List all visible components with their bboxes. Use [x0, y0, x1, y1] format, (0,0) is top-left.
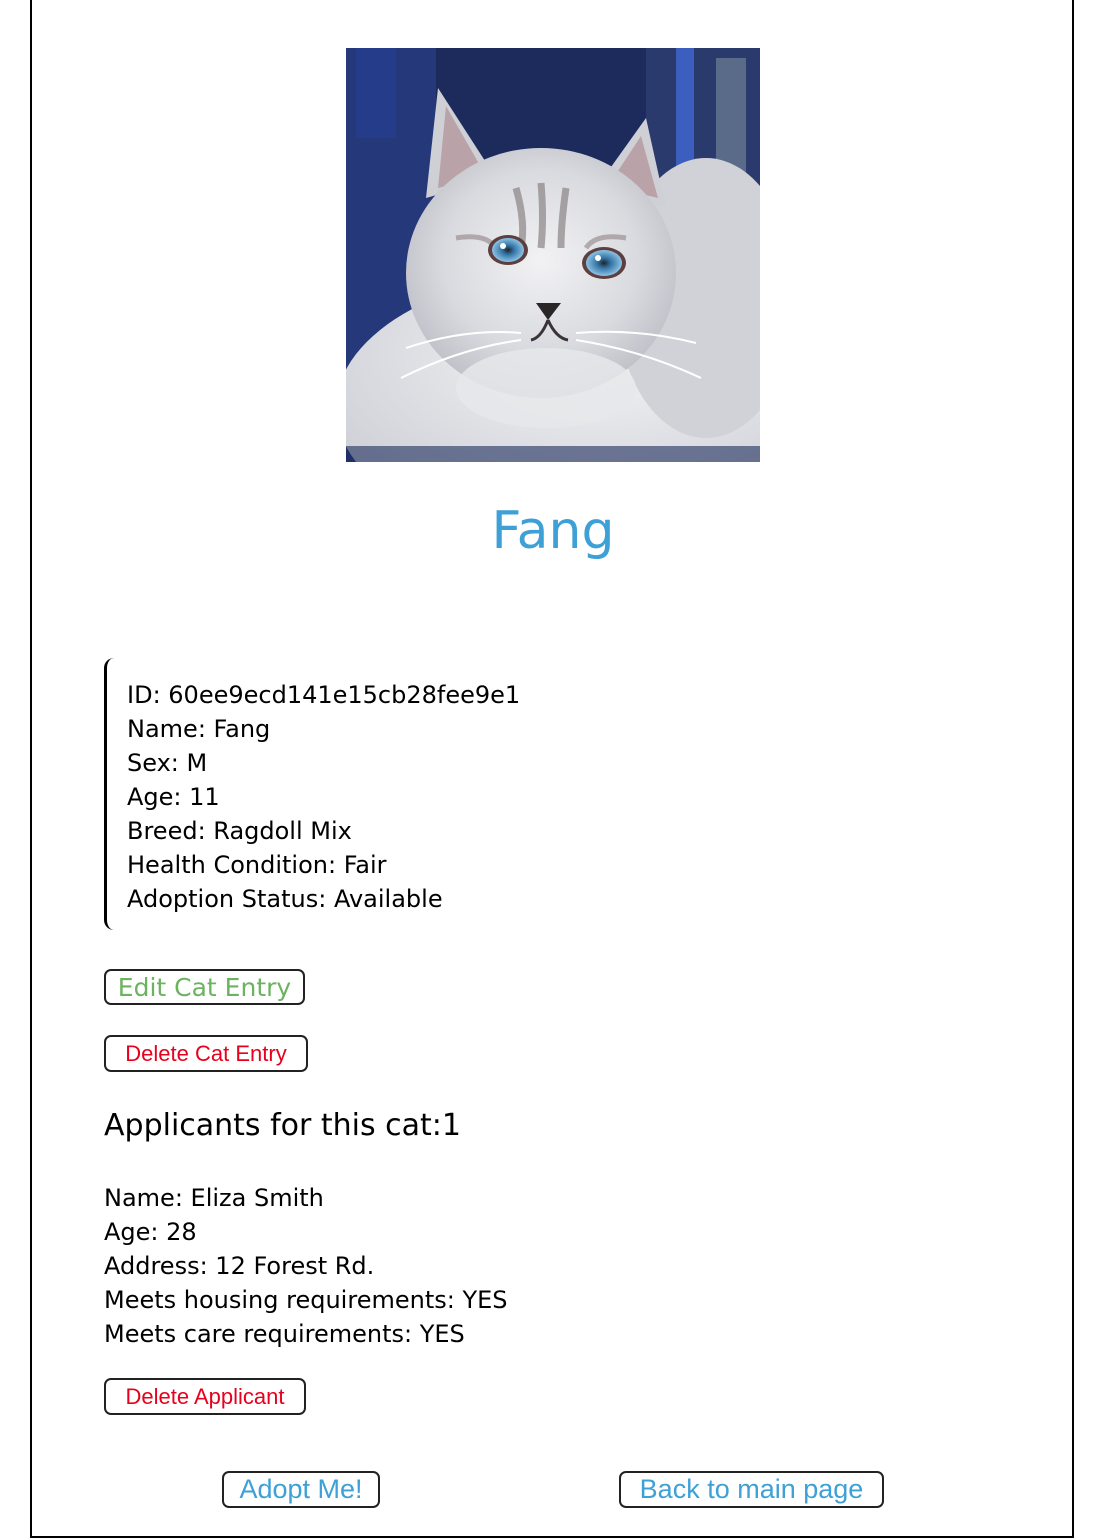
detail-value: M: [186, 749, 208, 777]
detail-value: 11: [189, 783, 220, 811]
applicant-value: YES: [462, 1286, 508, 1314]
cat-name-heading: Fang: [491, 501, 615, 561]
applicant-age: Age: 28: [104, 1218, 197, 1246]
detail-value: Fang: [213, 715, 271, 743]
applicant-value: YES: [419, 1320, 465, 1348]
delete-applicant-button[interactable]: Delete Applicant: [104, 1378, 306, 1415]
detail-breed: Breed: Ragdoll Mix: [127, 817, 352, 845]
applicant-label: Age: [104, 1218, 151, 1246]
cat-details-card: ID: 60ee9ecd141e15cb28fee9e1 Name: Fang …: [104, 658, 564, 930]
delete-cat-button[interactable]: Delete Cat Entry: [104, 1035, 308, 1072]
applicant-label: Meets housing requirements: [104, 1286, 447, 1314]
applicant-address: Address: 12 Forest Rd.: [104, 1252, 375, 1280]
applicant-label: Name: [104, 1184, 175, 1212]
detail-label: ID: [127, 681, 153, 709]
edit-cat-button[interactable]: Edit Cat Entry: [104, 969, 305, 1005]
detail-value: 60ee9ecd141e15cb28fee9e1: [168, 681, 521, 709]
detail-value: Available: [333, 885, 443, 913]
detail-label: Breed: [127, 817, 198, 845]
cat-photo-image: [346, 48, 760, 462]
detail-label: Adoption Status: [127, 885, 319, 913]
applicant-card: Name: Eliza Smith Age: 28 Address: 12 Fo…: [104, 1181, 508, 1351]
applicants-heading: Applicants for this cat:1: [104, 1108, 461, 1143]
detail-value: Ragdoll Mix: [213, 817, 352, 845]
applicant-value: 28: [166, 1218, 197, 1246]
detail-sex: Sex: M: [127, 749, 208, 777]
detail-adoption-status: Adoption Status: Available: [127, 885, 443, 913]
cat-photo: [346, 48, 760, 462]
applicant-name: Name: Eliza Smith: [104, 1184, 324, 1212]
detail-value: Fair: [343, 851, 387, 879]
back-to-main-button[interactable]: Back to main page: [619, 1471, 884, 1508]
detail-id: ID: 60ee9ecd141e15cb28fee9e1: [127, 681, 521, 709]
applicant-label: Meets care requirements: [104, 1320, 405, 1348]
detail-health: Health Condition: Fair: [127, 851, 387, 879]
adopt-me-button[interactable]: Adopt Me!: [222, 1471, 380, 1508]
detail-label: Name: [127, 715, 198, 743]
detail-label: Age: [127, 783, 174, 811]
detail-name: Name: Fang: [127, 715, 271, 743]
detail-age: Age: 11: [127, 783, 220, 811]
detail-label: Sex: [127, 749, 171, 777]
applicant-care: Meets care requirements: YES: [104, 1320, 465, 1348]
applicant-housing: Meets housing requirements: YES: [104, 1286, 508, 1314]
applicant-value: Eliza Smith: [190, 1184, 324, 1212]
applicant-value: 12 Forest Rd.: [215, 1252, 375, 1280]
detail-label: Health Condition: [127, 851, 328, 879]
applicant-label: Address: [104, 1252, 200, 1280]
